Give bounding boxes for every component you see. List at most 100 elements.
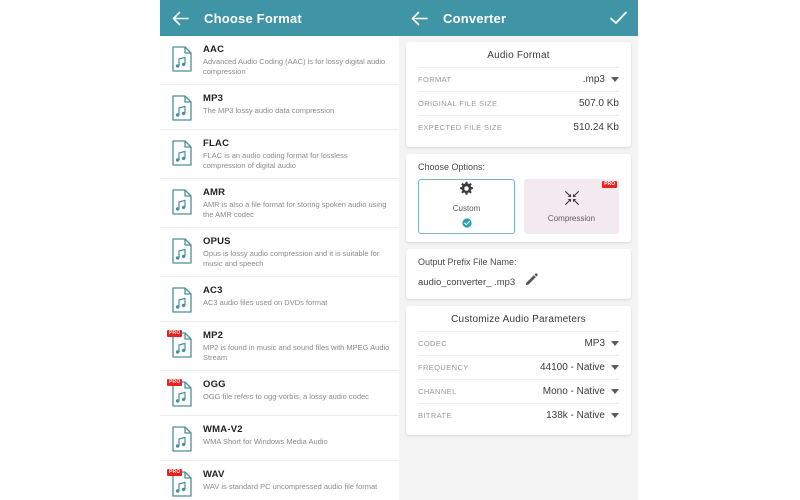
chevron-down-icon[interactable] xyxy=(611,341,619,346)
choose-options-card: Choose Options: Custom PRO Compression xyxy=(406,154,631,242)
bitrate-row[interactable]: BITRATE 138k - Native xyxy=(418,403,619,427)
row-key: BITRATE xyxy=(418,411,452,420)
original-file-size-row: ORIGINAL FILE SIZE 507.0 Kb xyxy=(418,91,619,115)
back-icon[interactable] xyxy=(170,8,190,28)
format-row[interactable]: FORMAT .mp3 xyxy=(418,67,619,91)
left-phone-screen: Choose Format AAC Advanced Audio Coding xyxy=(160,0,399,500)
output-prefix-row[interactable]: audio_converter_ .mp3 xyxy=(418,273,619,291)
format-description: The MP3 lossy audio data compression xyxy=(203,106,335,115)
pencil-icon[interactable] xyxy=(525,273,538,291)
output-prefix-value: audio_converter_ .mp3 xyxy=(418,276,516,288)
row-key: CODEC xyxy=(418,339,448,348)
list-item[interactable]: AMR AMR is also a file format for storin… xyxy=(160,179,399,228)
chevron-down-icon[interactable] xyxy=(611,389,619,394)
selected-check-icon xyxy=(461,215,472,233)
format-name: AAC xyxy=(203,44,225,55)
format-name: AC3 xyxy=(203,285,223,296)
list-item[interactable]: WMA-V2 WMA Short for Windows Media Audio xyxy=(160,416,399,461)
audio-file-icon xyxy=(170,425,194,453)
codec-row[interactable]: CODEC MP3 xyxy=(418,331,619,355)
screenshot-stage: Choose Format AAC Advanced Audio Coding xyxy=(0,0,800,500)
pro-badge: PRO xyxy=(167,379,183,386)
choose-format-appbar: Choose Format xyxy=(160,0,399,36)
chevron-down-icon[interactable] xyxy=(611,413,619,418)
audio-file-icon xyxy=(170,286,194,314)
row-key: FORMAT xyxy=(418,75,452,84)
format-name: WMA-V2 xyxy=(203,424,243,435)
converter-content: Audio Format FORMAT .mp3 ORIGINAL FILE S… xyxy=(399,36,638,500)
format-name: MP3 xyxy=(203,93,224,104)
row-value: MP3 xyxy=(584,338,605,349)
option-label: Compression xyxy=(547,214,596,223)
expected-file-size-row: EXPECTED FILE SIZE 510.24 Kb xyxy=(418,115,619,139)
back-icon[interactable] xyxy=(409,8,429,28)
channel-row[interactable]: CHANNEL Mono - Native xyxy=(418,379,619,403)
option-compression[interactable]: PRO Compression xyxy=(524,179,619,234)
chevron-down-icon[interactable] xyxy=(611,365,619,370)
format-description: AMR is also a file format for storing sp… xyxy=(203,200,387,219)
chevron-down-icon[interactable] xyxy=(611,77,619,82)
row-value: 510.24 Kb xyxy=(573,122,619,133)
list-item[interactable]: PRO WAV WAV is standard PC uncompressed … xyxy=(160,461,399,500)
format-name: WAV xyxy=(203,469,225,480)
audio-file-icon xyxy=(170,237,194,265)
row-key: EXPECTED FILE SIZE xyxy=(418,123,503,132)
row-key: FREQUENCY xyxy=(418,363,469,372)
option-custom[interactable]: Custom xyxy=(418,179,515,234)
format-description: Opus is lossy audio compression and it i… xyxy=(203,249,380,268)
format-name: FLAC xyxy=(203,138,230,149)
list-item[interactable]: AC3 AC3 audio files used on DVDs format xyxy=(160,277,399,322)
check-icon[interactable] xyxy=(608,8,628,28)
row-value: Mono - Native xyxy=(542,386,605,397)
row-value: 138k - Native xyxy=(546,410,605,421)
pro-badge: PRO xyxy=(602,181,617,188)
list-item[interactable]: PRO OGG OGG file refers to ogg-vorbis, a… xyxy=(160,371,399,416)
audio-file-icon xyxy=(170,94,194,122)
output-prefix-label: Output Prefix File Name: xyxy=(418,257,517,267)
choose-options-label: Choose Options: xyxy=(418,162,486,172)
audio-format-card: Audio Format FORMAT .mp3 ORIGINAL FILE S… xyxy=(406,42,631,147)
row-value: .mp3 xyxy=(582,74,605,85)
format-description: OGG file refers to ogg-vorbis, a lossy a… xyxy=(203,392,369,401)
row-value: 44100 - Native xyxy=(539,362,605,373)
row-key: CHANNEL xyxy=(418,387,457,396)
list-item[interactable]: MP3 The MP3 lossy audio data compression xyxy=(160,85,399,130)
format-description: FLAC is an audio coding format for lossl… xyxy=(203,151,348,170)
page-title: Converter xyxy=(443,10,507,26)
audio-file-icon xyxy=(170,139,194,167)
format-description: Advanced Audio Coding (AAC) is for lossy… xyxy=(203,57,386,76)
card-title: Customize Audio Parameters xyxy=(451,314,586,325)
format-description: AC3 audio files used on DVDs format xyxy=(203,298,328,307)
page-title: Choose Format xyxy=(204,10,302,26)
list-item[interactable]: AAC Advanced Audio Coding (AAC) is for l… xyxy=(160,36,399,85)
audio-file-icon: PRO xyxy=(167,330,194,359)
format-list[interactable]: AAC Advanced Audio Coding (AAC) is for l… xyxy=(160,36,399,500)
right-phone-screen: Converter Audio Format FORMAT .mp3 ORIGI… xyxy=(399,0,638,500)
audio-file-icon: PRO xyxy=(167,379,194,408)
format-name: OGG xyxy=(203,379,226,390)
list-item[interactable]: PRO MP2 MP2 is found in music and sound … xyxy=(160,322,399,371)
frequency-row[interactable]: FREQUENCY 44100 - Native xyxy=(418,355,619,379)
pro-badge: PRO xyxy=(167,469,183,476)
audio-file-icon xyxy=(170,45,194,73)
list-item[interactable]: OPUS Opus is lossy audio compression and… xyxy=(160,228,399,277)
compress-icon xyxy=(564,190,580,211)
format-description: WAV is standard PC uncompressed audio fi… xyxy=(203,482,378,491)
option-label: Custom xyxy=(452,203,481,213)
list-item[interactable]: FLAC FLAC is an audio coding format for … xyxy=(160,130,399,179)
converter-appbar: Converter xyxy=(399,0,638,36)
format-name: MP2 xyxy=(203,330,224,341)
audio-file-icon xyxy=(170,188,194,216)
row-value: 507.0 Kb xyxy=(578,98,619,109)
format-name: OPUS xyxy=(203,236,231,247)
gear-icon xyxy=(459,181,474,201)
output-prefix-card: Output Prefix File Name: audio_converter… xyxy=(406,249,631,299)
customize-audio-parameters-card: Customize Audio Parameters CODEC MP3 FRE… xyxy=(406,306,631,435)
options-row: Custom PRO Compression xyxy=(418,179,619,234)
card-title: Audio Format xyxy=(487,50,550,61)
pro-badge: PRO xyxy=(167,330,183,337)
audio-file-icon: PRO xyxy=(167,469,194,498)
format-description: WMA Short for Windows Media Audio xyxy=(203,437,328,446)
format-name: AMR xyxy=(203,187,226,198)
row-key: ORIGINAL FILE SIZE xyxy=(418,99,498,108)
